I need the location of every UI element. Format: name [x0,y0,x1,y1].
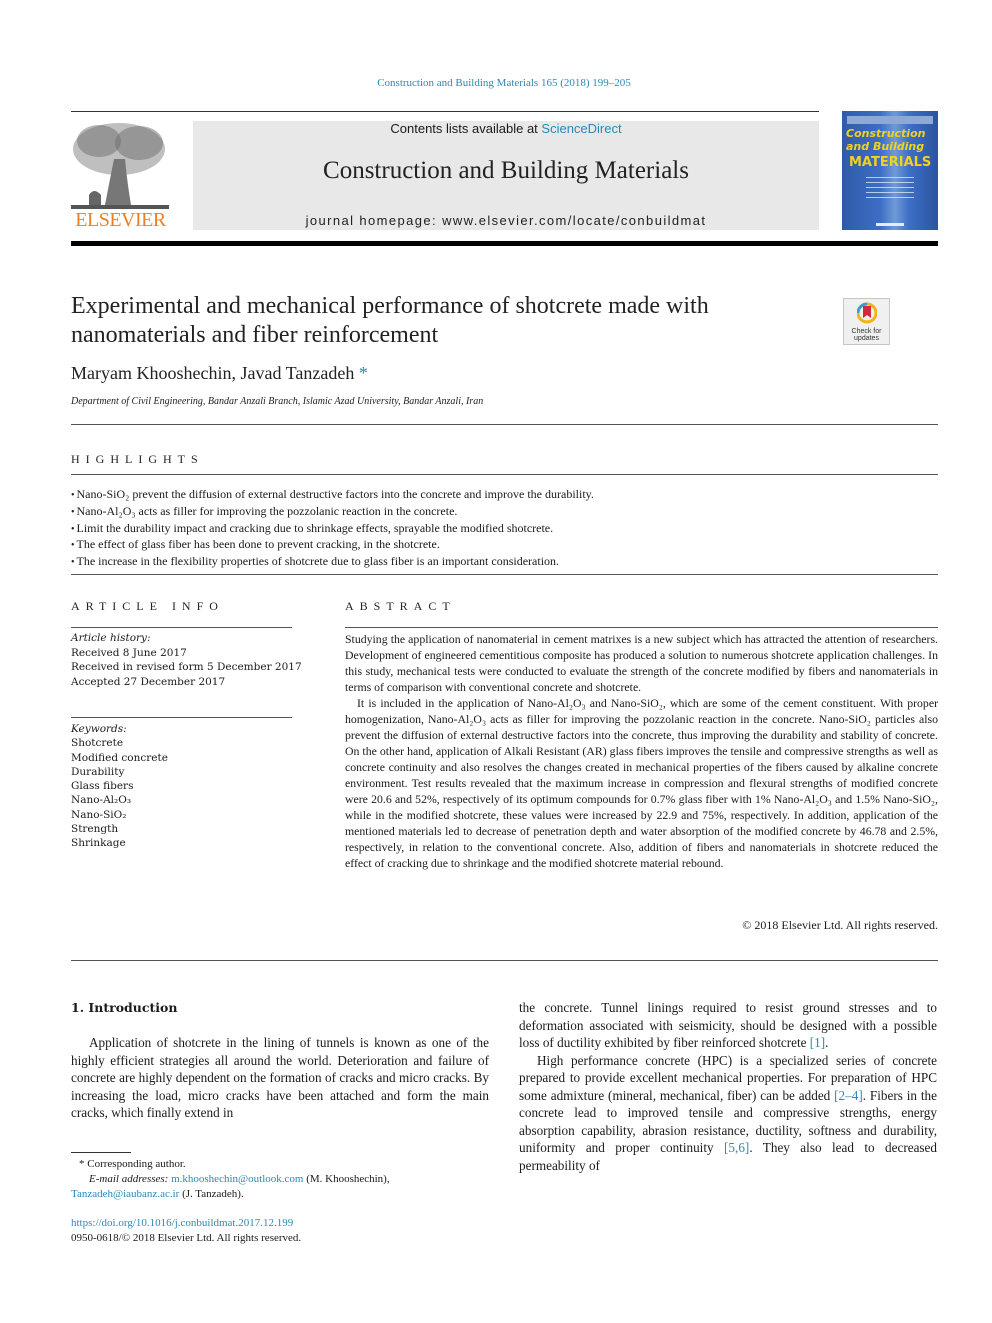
footnote-rule [71,1152,131,1153]
abstract-paragraph: It is included in the application of Nan… [345,696,938,870]
elsevier-wordmark: ELSEVIER [75,209,166,231]
issn-copyright: 0950-0618/© 2018 Elsevier Ltd. All right… [71,1231,302,1244]
journal-masthead: Contents lists available at ScienceDirec… [193,121,819,230]
keyword: Strength [71,823,119,836]
keyword: Durability [71,765,125,778]
abstract-paragraph: Studying the application of nanomaterial… [345,632,938,694]
email-link[interactable]: Tanzadeh@iaubanz.ac.ir [71,1188,179,1200]
sciencedirect-link[interactable]: ScienceDirect [541,121,621,136]
highlight-item: The effect of glass fiber has been done … [71,537,938,554]
article-info-heading: ARTICLE INFO [71,599,224,613]
corresponding-author-note: * Corresponding author. [79,1158,186,1170]
divider [345,627,938,628]
journal-cover-thumbnail[interactable]: Construction and Building MATERIALS [842,111,938,230]
highlights-heading: HIGHLIGHTS [71,452,204,466]
corresponding-author-mark[interactable]: * [359,363,368,383]
body-column-right: the concrete. Tunnel linings required to… [519,999,937,1174]
cover-footer [876,223,904,226]
masthead-thick-rule [71,241,938,246]
highlights-list: Nano-SiO₂ prevent the diffusion of exter… [71,487,938,571]
author-list: Maryam Khooshechin, Javad Tanzadeh * [71,363,368,384]
elsevier-tree-icon [71,123,169,209]
doi-block: https://doi.org/10.1016/j.conbuildmat.20… [71,1216,301,1245]
article-history: Article history: Received 8 June 2017 Re… [71,631,302,689]
journal-homepage[interactable]: journal homepage: www.elsevier.com/locat… [193,213,819,228]
history-revised: Received in revised form 5 December 2017 [71,661,302,673]
journal-reference-link[interactable]: Construction and Building Materials 165 … [0,77,992,89]
keyword: Shotcrete [71,737,124,750]
header-rule [71,111,819,112]
divider [71,717,292,718]
footnote: * Corresponding author. E-mail addresses… [71,1157,489,1202]
body-column-left: Application of shotcrete in the lining o… [71,1035,489,1120]
contents-prefix: Contents lists available at [390,121,542,136]
divider [71,574,938,575]
check-for-updates-icon [857,302,877,324]
doi-link[interactable]: https://doi.org/10.1016/j.conbuildmat.20… [71,1216,301,1231]
elsevier-logo[interactable]: ELSEVIER [69,119,172,232]
keywords-label: Keywords: [71,723,127,735]
author-affiliation: Department of Civil Engineering, Bandar … [71,396,484,407]
check-for-updates-button[interactable]: Check for updates [843,298,890,345]
cover-title: Construction and Building [846,127,926,153]
email-addresses: E-mail addresses: m.khooshechin@outlook.… [71,1173,390,1200]
citation-link[interactable]: [5,6] [724,1140,749,1155]
history-received: Received 8 June 2017 [71,646,187,659]
history-label: Article history: [71,632,151,644]
body-paragraph: the concrete. Tunnel linings required to… [519,1000,937,1050]
keyword: Glass fibers [71,780,134,793]
keyword: Shrinkage [71,837,126,850]
cover-banner [847,116,933,124]
journal-title: Construction and Building Materials [323,157,689,184]
cover-subtitle: MATERIALS [849,155,932,170]
divider [71,424,938,425]
body-paragraph: High performance concrete (HPC) is a spe… [519,1052,938,1173]
highlight-item: Limit the durability impact and cracking… [71,521,938,538]
keyword: Nano-Al₂O₃ [71,794,132,807]
citation-link[interactable]: [2–4] [834,1088,863,1103]
abstract-heading: ABSTRACT [345,599,456,613]
email-link[interactable]: m.khooshechin@outlook.com [171,1173,303,1185]
author-names: Maryam Khooshechin, Javad Tanzadeh [71,363,355,383]
keywords-list: Keywords: Shotcrete Modified concrete Du… [71,722,168,851]
highlight-item: Nano-SiO₂ prevent the diffusion of exter… [71,487,938,504]
keyword: Nano-SiO₂ [71,808,127,821]
check-for-updates-label: Check for updates [851,328,882,342]
highlight-item: The increase in the flexibility properti… [71,554,938,571]
history-accepted: Accepted 27 December 2017 [71,675,226,688]
abstract-copyright: © 2018 Elsevier Ltd. All rights reserved… [742,918,938,932]
cover-text-lines [866,177,914,201]
highlight-item: Nano-Al₂O₃ acts as filler for improving … [71,504,938,521]
keyword: Modified concrete [71,751,168,764]
divider [71,474,938,475]
divider [71,960,938,961]
citation-link[interactable]: [1] [810,1035,825,1050]
contents-line: Contents lists available at ScienceDirec… [193,121,819,137]
abstract-body: Studying the application of nanomaterial… [345,631,938,871]
article-title: Experimental and mechanical performance … [71,293,709,348]
section-heading-introduction: 1. Introduction [71,1000,178,1015]
divider [71,627,292,628]
